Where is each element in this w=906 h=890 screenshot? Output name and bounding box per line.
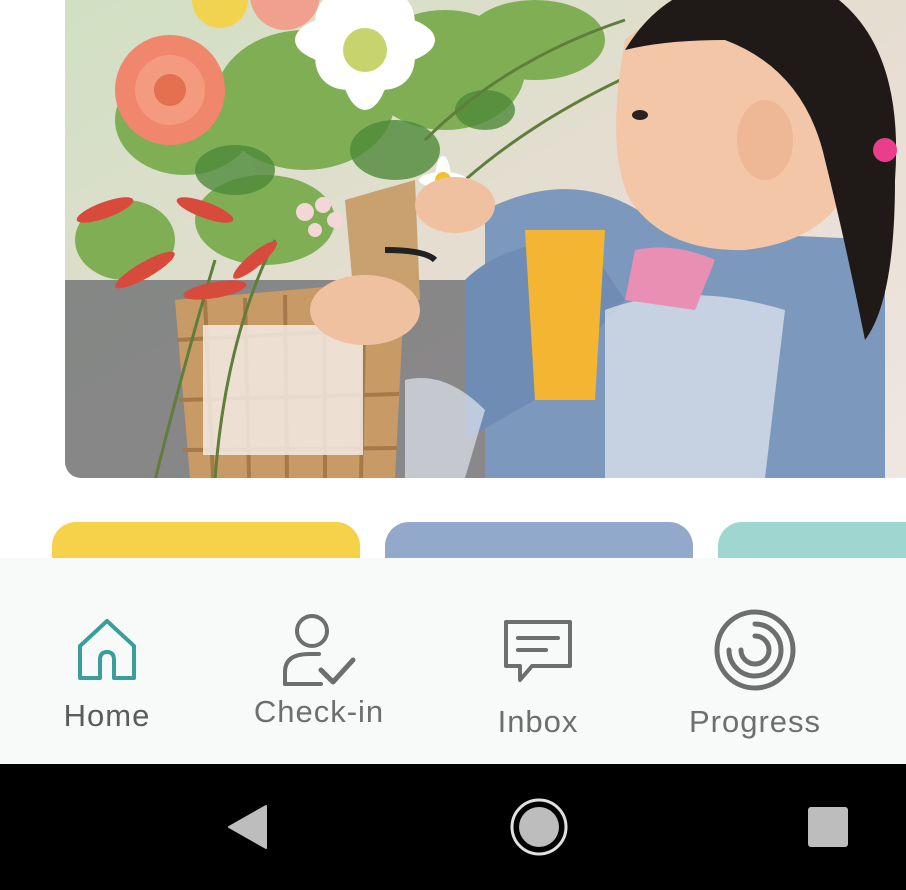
nav-item-check-in[interactable]: Check-in [209, 558, 429, 764]
home-icon [74, 616, 140, 687]
app-screen: Home Check-in Inbox Progress [0, 0, 906, 890]
home-circle-icon[interactable] [509, 797, 569, 857]
user-check-icon [281, 612, 357, 695]
nav-item-progress[interactable]: Progress [645, 558, 865, 764]
hero-photo [65, 0, 906, 478]
recents-icon[interactable] [808, 807, 848, 847]
back-icon[interactable] [226, 804, 268, 850]
message-icon [502, 618, 574, 689]
nav-label-progress: Progress [688, 704, 822, 739]
bottom-navigation: Home Check-in Inbox Progress [0, 558, 906, 764]
nav-label-home: Home [63, 698, 151, 733]
nav-item-inbox[interactable]: Inbox [428, 558, 648, 764]
nav-item-home[interactable]: Home [0, 558, 217, 764]
system-navigation-bar [0, 764, 906, 890]
nav-label-inbox: Inbox [497, 704, 579, 739]
progress-ring-icon [713, 608, 797, 697]
nav-label-check-in: Check-in [253, 694, 385, 729]
